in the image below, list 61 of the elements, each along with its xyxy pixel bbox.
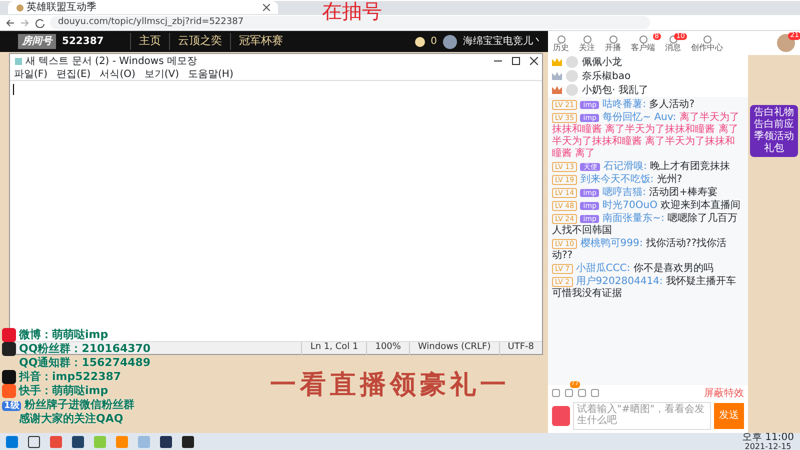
- menu-item[interactable]: 파일(F): [14, 66, 48, 82]
- circle-icon: [582, 34, 592, 44]
- circle-icon: [638, 34, 648, 44]
- close-icon[interactable]: [530, 57, 538, 65]
- circle-icon: [702, 34, 712, 44]
- nav-link[interactable]: 冠军杯赛: [230, 33, 291, 50]
- start-icon[interactable]: [6, 436, 18, 448]
- room-label: 房间号: [18, 34, 56, 49]
- menu-item[interactable]: 서식(O): [100, 66, 136, 82]
- overlay-text: QQ粉丝群：210164370: [19, 342, 151, 356]
- room-number: 522387: [62, 35, 104, 49]
- nav-item[interactable]: 创作中心: [691, 34, 723, 52]
- taskbar-app-icon[interactable]: [160, 436, 172, 448]
- status-text: UTF-8: [498, 341, 542, 355]
- overlay-text: QQ通知群：156274489: [19, 356, 151, 370]
- user-avatar-icon: [566, 56, 578, 68]
- menu-item[interactable]: 보기(V): [144, 66, 180, 82]
- overlay-text: 粉丝牌子进微信粉丝群: [24, 398, 134, 411]
- nav-item[interactable]: 客户端: [631, 34, 655, 52]
- nav-item[interactable]: 历史: [553, 34, 569, 52]
- taskbar-app-icon[interactable]: [182, 436, 194, 448]
- page-favicon-icon: [16, 4, 24, 12]
- status-text: Ln 1, Col 1: [301, 341, 366, 355]
- avatar-icon[interactable]: [442, 34, 458, 50]
- tab-title[interactable]: 英雄联盟互动季: [26, 2, 96, 12]
- overlay-text: 微博：萌萌哒imp: [19, 328, 108, 342]
- taskbar-app-icon[interactable]: [72, 436, 84, 448]
- nav-link[interactable]: 主页: [130, 33, 169, 50]
- user-name: 佩佩小龙: [582, 56, 622, 70]
- gift-banner[interactable]: 告白礼物 告白前应季领活动礼包: [750, 105, 798, 157]
- menu-item[interactable]: 편집(E): [56, 66, 91, 82]
- circle-icon: [668, 34, 678, 44]
- reload-icon[interactable]: [35, 18, 45, 28]
- coin-count: 0: [430, 35, 437, 49]
- forward-icon[interactable]: [20, 18, 30, 28]
- circle-icon: [608, 34, 618, 44]
- user-name: 小奶包· 我乱了: [582, 84, 648, 98]
- overlay-text: 快手：萌萌哒imp: [19, 384, 108, 398]
- window-title: 새 텍스트 문서 (2) - Windows 메모장: [26, 54, 197, 68]
- maximize-icon[interactable]: [512, 57, 520, 65]
- user-avatar-icon: [566, 70, 578, 82]
- close-icon[interactable]: [263, 4, 270, 11]
- block-effects-toggle[interactable]: 屏蔽特效: [704, 386, 744, 400]
- chat-input-field[interactable]: 试着输入"#晒图"，看看会发生什么吧: [573, 402, 711, 430]
- user-name: 奈乐椒bao: [582, 70, 631, 84]
- nav-link[interactable]: 云顶之奕: [168, 33, 230, 50]
- notepad-icon: [14, 56, 23, 66]
- streamer-name: 海绵宝宝电竞儿丶: [463, 34, 543, 49]
- nav-item[interactable]: 关注: [579, 34, 595, 52]
- overlay-text: 抖音：imp522387: [19, 370, 122, 384]
- status-text: Windows (CRLF): [408, 341, 499, 355]
- app-icon: [2, 384, 16, 398]
- user-avatar-icon: [566, 84, 578, 96]
- promo-banner-text: 一看直播领豪礼一: [270, 369, 510, 402]
- nav-item[interactable]: 开播: [605, 34, 621, 52]
- status-text: 100%: [366, 341, 409, 355]
- back-icon[interactable]: [5, 18, 15, 28]
- circle-icon: [556, 34, 566, 44]
- overlay-text: 感谢大家的关注QAQ: [19, 412, 124, 426]
- menu-item[interactable]: 도움말(H): [188, 66, 234, 82]
- level-badge: 1级: [2, 401, 22, 411]
